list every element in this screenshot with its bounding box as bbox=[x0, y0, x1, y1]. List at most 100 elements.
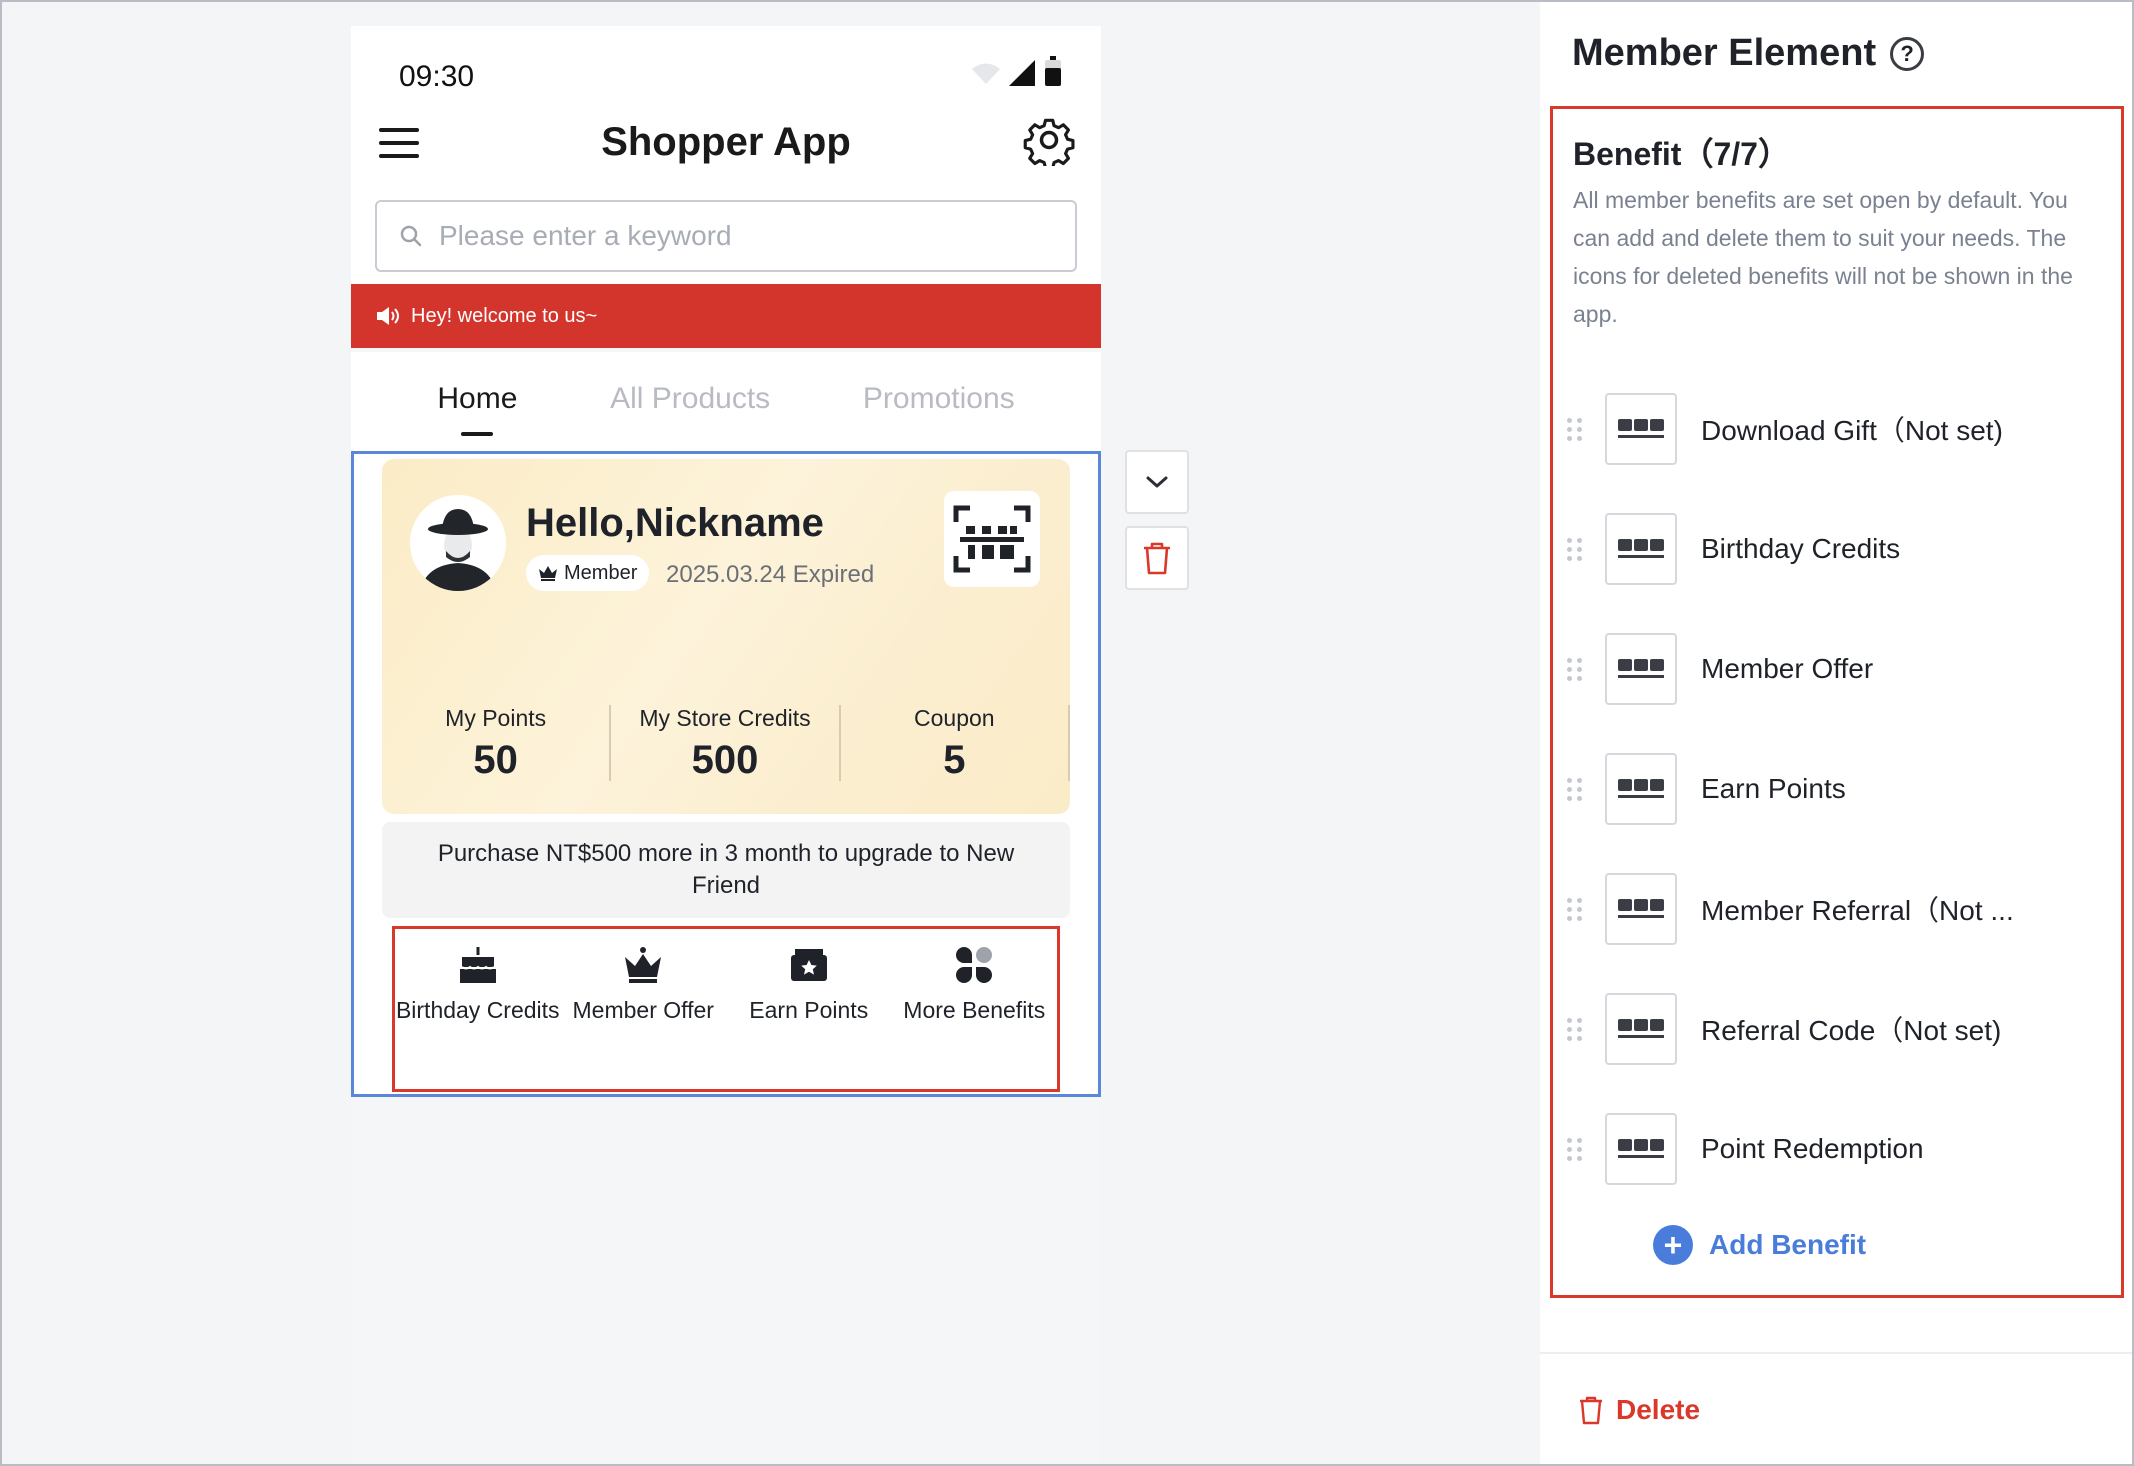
benefit-list-item[interactable]: Referral Code（Not set) bbox=[1567, 969, 2014, 1089]
expiry-date: 2025.03.24 Expired bbox=[666, 561, 875, 588]
benefit-list-item[interactable]: Member Referral（Not ... bbox=[1567, 849, 2014, 969]
app-header: Shopper App bbox=[351, 98, 1101, 194]
help-icon[interactable]: ? bbox=[1890, 36, 1925, 71]
benefit-birthday-credits[interactable]: Birthday Credits bbox=[395, 943, 561, 1089]
delete-label: Delete bbox=[1616, 1394, 1701, 1425]
drag-handle-icon[interactable] bbox=[1567, 657, 1585, 681]
search-placeholder: Please enter a keyword bbox=[439, 220, 732, 251]
benefit-label: More Benefits bbox=[903, 997, 1046, 1023]
plus-circle-icon: + bbox=[1653, 1225, 1693, 1265]
trash-icon bbox=[1580, 1396, 1602, 1425]
add-benefit-label: Add Benefit bbox=[1709, 1229, 1867, 1260]
add-benefit-button[interactable]: + Add Benefit bbox=[1653, 1225, 1866, 1265]
trash-icon bbox=[1144, 542, 1170, 575]
search-icon bbox=[400, 225, 422, 247]
benefit-item-label: Member Offer bbox=[1701, 653, 1874, 684]
drag-handle-icon[interactable] bbox=[1567, 897, 1585, 921]
benefit-list-item[interactable]: Download Gift（Not set) bbox=[1567, 369, 2014, 489]
user-avatar-icon bbox=[410, 495, 506, 591]
placeholder-icon bbox=[1618, 779, 1664, 798]
stat-label: My Points bbox=[445, 705, 547, 731]
placeholder-icon bbox=[1618, 659, 1664, 678]
benefit-shortcuts: Birthday Credits Member Offer Earn Point… bbox=[392, 926, 1060, 1092]
benefit-icon-slot[interactable] bbox=[1605, 513, 1677, 585]
drag-handle-icon[interactable] bbox=[1567, 417, 1585, 441]
member-element-block[interactable]: Hello,Nickname Member 2025.03.24 Expired bbox=[351, 451, 1101, 1097]
benefit-earn-points[interactable]: Earn Points bbox=[726, 943, 892, 1089]
stat-value: 5 bbox=[943, 738, 966, 782]
drag-handle-icon[interactable] bbox=[1567, 1137, 1585, 1161]
avatar bbox=[410, 495, 506, 591]
crown-icon bbox=[539, 566, 557, 581]
member-stats: My Points 50 My Store Credits 500 Coupon… bbox=[382, 705, 1070, 782]
benefit-icon-slot[interactable] bbox=[1605, 633, 1677, 705]
stat-label: My Store Credits bbox=[639, 705, 811, 731]
benefit-label: Member Offer bbox=[572, 997, 714, 1023]
battery-icon bbox=[1045, 56, 1061, 86]
status-bar: 09:30 bbox=[351, 26, 1101, 98]
member-badge: Member bbox=[526, 555, 650, 591]
benefit-more[interactable]: More Benefits bbox=[892, 943, 1058, 1089]
chevron-down-icon bbox=[1146, 476, 1168, 488]
search-input[interactable]: Please enter a keyword bbox=[375, 200, 1077, 272]
divider bbox=[1540, 1352, 2132, 1354]
drag-handle-icon[interactable] bbox=[1567, 537, 1585, 561]
benefit-item-label: Download Gift（Not set) bbox=[1701, 415, 2003, 446]
tab-promotions[interactable]: Promotions bbox=[863, 382, 1015, 424]
benefit-label: Birthday Credits bbox=[395, 997, 560, 1023]
signal-icon bbox=[1009, 60, 1035, 86]
benefit-icon-slot[interactable] bbox=[1605, 873, 1677, 945]
stat-value: 500 bbox=[691, 738, 759, 782]
panel-title-text: Member Element bbox=[1572, 32, 1877, 74]
benefit-member-offer[interactable]: Member Offer bbox=[561, 943, 727, 1089]
member-card: Hello,Nickname Member 2025.03.24 Expired bbox=[382, 459, 1070, 814]
drag-handle-icon[interactable] bbox=[1567, 777, 1585, 801]
benefit-item-label: Birthday Credits bbox=[1701, 533, 1901, 564]
panel-title: Member Element ? bbox=[1572, 32, 1925, 75]
wifi-icon bbox=[972, 63, 1000, 84]
search-area: Please enter a keyword bbox=[351, 194, 1101, 284]
grid-icon bbox=[956, 947, 993, 983]
placeholder-icon bbox=[1618, 1019, 1664, 1038]
barcode-scan-button[interactable] bbox=[944, 491, 1040, 587]
collapse-button[interactable] bbox=[1125, 450, 1189, 514]
stat-label: Coupon bbox=[914, 705, 995, 731]
benefit-icon-slot[interactable] bbox=[1605, 1113, 1677, 1185]
system-icons bbox=[971, 56, 1061, 86]
banner-text: Hey! welcome to us~ bbox=[411, 304, 598, 327]
stat-store-credits[interactable]: My Store Credits 500 bbox=[611, 705, 841, 782]
benefit-item-label: Earn Points bbox=[1701, 773, 1846, 804]
member-greeting: Hello,Nickname bbox=[526, 501, 824, 545]
tab-bar: Home All Products Promotions bbox=[351, 352, 1101, 454]
status-time: 09:30 bbox=[399, 60, 475, 93]
phone-preview: 09:30 Shopper App Please enter a keyword… bbox=[351, 26, 1101, 1466]
benefit-list-item[interactable]: Member Offer bbox=[1567, 609, 2014, 729]
placeholder-icon bbox=[1618, 899, 1664, 918]
delete-element-button[interactable]: Delete bbox=[1578, 1394, 1700, 1426]
benefit-label: Earn Points bbox=[749, 997, 869, 1023]
gear-icon[interactable] bbox=[1023, 114, 1075, 166]
upgrade-notice: Purchase NT$500 more in 3 month to upgra… bbox=[382, 822, 1070, 918]
stat-coupon[interactable]: Coupon 5 bbox=[841, 705, 1070, 782]
benefit-list: Download Gift（Not set) Birthday Credits … bbox=[1567, 369, 2014, 1209]
announcement-banner: Hey! welcome to us~ bbox=[351, 284, 1101, 348]
benefit-list-item[interactable]: Birthday Credits bbox=[1567, 489, 2014, 609]
tab-all-products[interactable]: All Products bbox=[610, 382, 770, 424]
drag-handle-icon[interactable] bbox=[1567, 1017, 1585, 1041]
tab-home[interactable]: Home bbox=[437, 382, 517, 424]
benefit-list-item[interactable]: Earn Points bbox=[1567, 729, 2014, 849]
app-title: Shopper App bbox=[601, 120, 851, 164]
placeholder-icon bbox=[1618, 1139, 1664, 1158]
benefit-icon-slot[interactable] bbox=[1605, 393, 1677, 465]
benefit-icon-slot[interactable] bbox=[1605, 993, 1677, 1065]
delete-block-button[interactable] bbox=[1125, 526, 1189, 590]
benefit-item-label: Member Referral（Not ... bbox=[1701, 895, 2014, 926]
speaker-icon bbox=[377, 307, 399, 325]
settings-panel: Member Element ? Benefit（7/7） All member… bbox=[1540, 2, 2132, 1464]
stat-points[interactable]: My Points 50 bbox=[382, 705, 612, 782]
benefit-list-item[interactable]: Point Redemption bbox=[1567, 1089, 2014, 1209]
benefit-icon-slot[interactable] bbox=[1605, 753, 1677, 825]
benefit-item-label: Point Redemption bbox=[1701, 1133, 1924, 1164]
barcode-icon bbox=[953, 505, 1031, 573]
benefit-heading: Benefit（7/7） bbox=[1573, 136, 1790, 172]
